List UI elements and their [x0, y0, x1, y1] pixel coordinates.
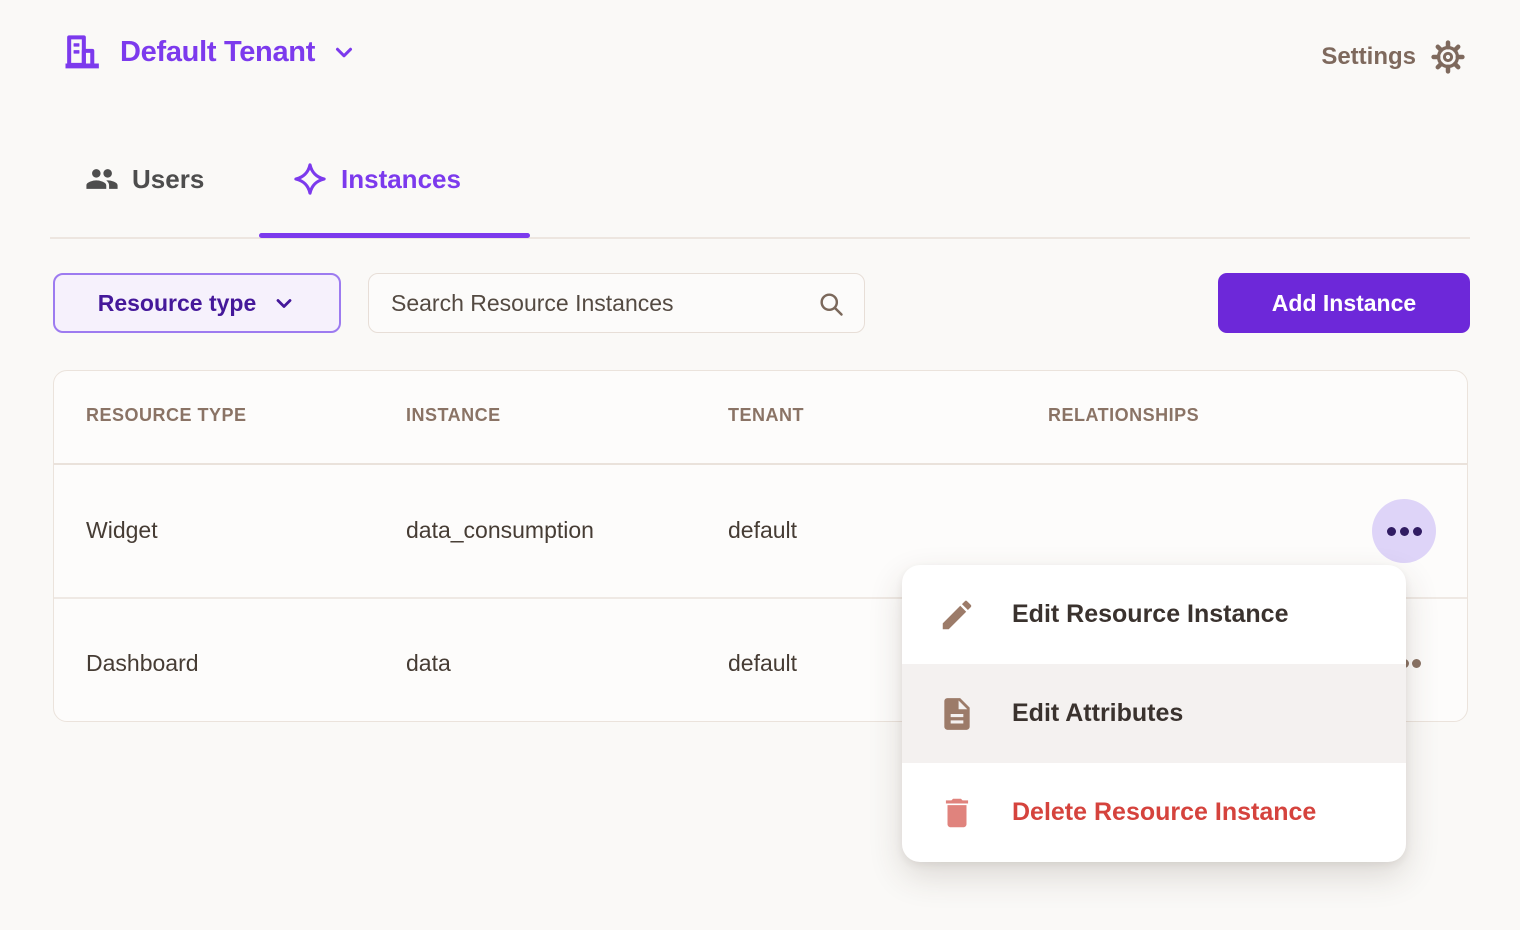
menu-item-edit-attributes[interactable]: Edit Attributes — [902, 664, 1406, 763]
tab-users-label: Users — [132, 164, 204, 195]
menu-item-label: Delete Resource Instance — [996, 798, 1316, 827]
settings-button[interactable]: Settings — [1321, 36, 1466, 78]
trash-icon — [938, 794, 976, 832]
search-container — [368, 273, 865, 333]
cell-resource-type: Widget — [86, 517, 158, 544]
menu-item-label: Edit Attributes — [996, 699, 1183, 728]
cell-resource-type: Dashboard — [86, 650, 199, 677]
column-header-instance: INSTANCE — [406, 405, 501, 426]
cell-tenant: default — [728, 517, 797, 544]
active-tab-underline — [259, 233, 530, 238]
tab-instances[interactable]: Instances — [292, 160, 461, 198]
ellipsis-icon — [1387, 527, 1396, 536]
menu-item-label: Edit Resource Instance — [996, 600, 1288, 629]
document-icon — [938, 695, 976, 733]
cell-instance: data — [406, 650, 451, 677]
cell-instance: data_consumption — [406, 517, 594, 544]
cell-tenant: default — [728, 650, 797, 677]
magnifier-icon — [817, 290, 845, 318]
menu-item-delete-resource-instance[interactable]: Delete Resource Instance — [902, 763, 1406, 862]
sparkle-icon — [292, 161, 328, 197]
menu-item-edit-resource-instance[interactable]: Edit Resource Instance — [902, 565, 1406, 664]
building-icon — [60, 30, 104, 74]
add-instance-button[interactable]: Add Instance — [1218, 273, 1470, 333]
column-header-relationships: RELATIONSHIPS — [1048, 405, 1199, 426]
resource-type-filter[interactable]: Resource type — [53, 273, 341, 333]
users-icon — [85, 162, 119, 196]
row-actions-menu: Edit Resource Instance Edit Attributes D… — [902, 565, 1406, 862]
pencil-icon — [938, 596, 976, 634]
tab-users[interactable]: Users — [85, 160, 204, 198]
chevron-down-icon — [331, 39, 357, 65]
tab-instances-label: Instances — [341, 164, 461, 195]
column-header-resource-type: RESOURCE TYPE — [86, 405, 247, 426]
search-input[interactable] — [368, 273, 865, 333]
settings-label: Settings — [1321, 43, 1416, 71]
gear-icon — [1430, 39, 1466, 75]
tenant-title: Default Tenant — [120, 36, 315, 69]
chevron-down-icon — [272, 291, 296, 315]
resource-type-label: Resource type — [98, 290, 257, 317]
tenant-switcher[interactable]: Default Tenant — [60, 24, 357, 80]
column-header-tenant: TENANT — [728, 405, 804, 426]
table-header-divider — [54, 463, 1467, 465]
row-actions-button-open[interactable] — [1372, 499, 1436, 563]
